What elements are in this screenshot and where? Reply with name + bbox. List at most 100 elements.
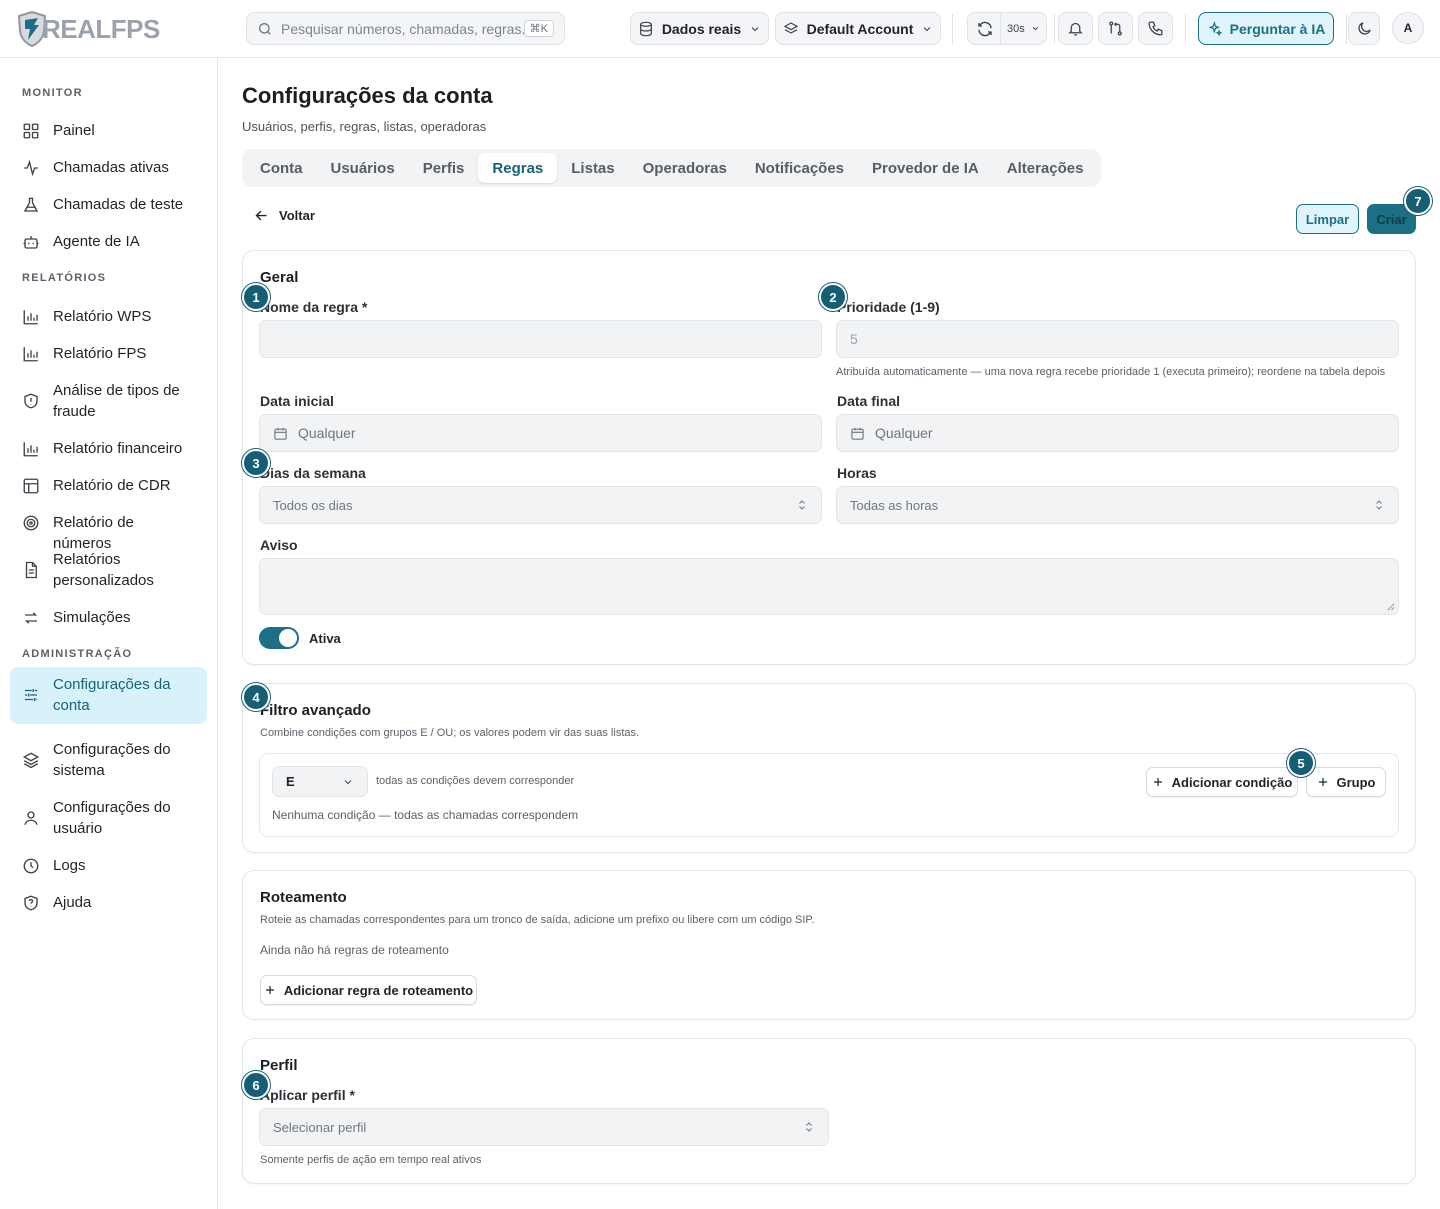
plus-icon: [1318, 778, 1327, 786]
profile-select[interactable]: Selecionar perfil: [259, 1108, 829, 1146]
changes-button[interactable]: [1098, 12, 1133, 45]
refresh-icon[interactable]: [976, 20, 994, 38]
add-condition-label: Adicionar condição: [1171, 774, 1293, 790]
sidebar-item-label: Relatórios personalizados: [53, 551, 154, 589]
end-date-picker[interactable]: Qualquer: [836, 414, 1399, 452]
ask-ai-button[interactable]: Perguntar à IA: [1198, 12, 1334, 45]
hours-select[interactable]: Todas as horas: [836, 486, 1399, 524]
add-condition-button[interactable]: Adicionar condição: [1146, 767, 1298, 797]
data-source-select[interactable]: Dados reais: [630, 12, 769, 45]
database-icon: [639, 21, 652, 36]
resize-handle-icon[interactable]: [1386, 602, 1395, 611]
test-call-button[interactable]: [1138, 12, 1173, 45]
rule-name-input[interactable]: [259, 320, 822, 358]
refresh-control[interactable]: 30s: [967, 12, 1047, 45]
tab-notificacoes[interactable]: Notificações: [741, 153, 858, 183]
back-button[interactable]: Voltar: [254, 208, 315, 223]
sidebar-item-wps-report[interactable]: Relatório WPS: [10, 299, 207, 334]
step-marker-1: 1: [242, 283, 270, 311]
sidebar-item-financial-report[interactable]: Relatório financeiro: [10, 431, 207, 466]
step-marker-3: 3: [242, 449, 270, 477]
general-card: Geral 1 Nome da regra * 2 Prioridade (1-…: [242, 250, 1416, 665]
priority-input[interactable]: 5: [836, 320, 1399, 358]
avatar[interactable]: A: [1392, 12, 1424, 44]
add-routing-rule-button[interactable]: Adicionar regra de roteamento: [260, 975, 477, 1005]
bar-chart-icon: [23, 310, 38, 325]
logo[interactable]: REALFPS: [16, 9, 160, 49]
sidebar-item-label: Simulações: [53, 609, 131, 626]
divider: [952, 14, 953, 44]
sidebar-item-painel[interactable]: Painel: [10, 113, 207, 148]
routing-description: Roteie as chamadas correspondentes para …: [260, 914, 815, 926]
group-operator-value: E: [286, 774, 295, 789]
help-shield-icon: [24, 895, 38, 911]
sidebar-item-account-settings[interactable]: Configurações da conta: [10, 667, 207, 724]
tab-operadoras[interactable]: Operadoras: [629, 153, 741, 183]
chevron-updown-icon: [799, 500, 805, 510]
sidebar-item-ai-agent[interactable]: Agente de IA: [10, 224, 207, 259]
group-operator-select[interactable]: E: [272, 766, 368, 797]
sidebar-item-label: Configurações do usuário: [53, 799, 171, 837]
warning-textarea[interactable]: [259, 558, 1399, 615]
search-input[interactable]: [281, 20, 524, 37]
add-group-label: Grupo: [1336, 774, 1376, 790]
sidebar-item-test-calls[interactable]: Chamadas de teste: [10, 187, 207, 222]
chevron-down-icon: [751, 26, 759, 31]
tab-usuarios[interactable]: Usuários: [317, 153, 409, 183]
page-subtitle: Usuários, perfis, regras, listas, operad…: [242, 119, 487, 134]
avatar-initial: A: [1403, 21, 1413, 35]
divider: [1346, 14, 1347, 44]
user-icon: [24, 811, 38, 825]
sparkles-icon: [1208, 20, 1223, 36]
sliders-icon: [25, 689, 37, 701]
document-icon: [25, 561, 37, 579]
start-date-picker[interactable]: Qualquer: [259, 414, 822, 452]
theme-toggle[interactable]: [1348, 12, 1380, 45]
sidebar-item-label: Análise de tipos de fraude: [53, 382, 180, 420]
tab-listas[interactable]: Listas: [557, 153, 628, 183]
sidebar-item-system-settings[interactable]: Configurações do sistema: [10, 732, 207, 788]
hours-label: Horas: [837, 465, 877, 481]
tab-provedor-ia[interactable]: Provedor de IA: [858, 153, 993, 183]
account-label: Default Account: [806, 20, 914, 37]
account-select[interactable]: Default Account: [775, 12, 941, 45]
weekdays-select[interactable]: Todos os dias: [259, 486, 822, 524]
sidebar-item-user-settings[interactable]: Configurações do usuário: [10, 790, 207, 846]
chevron-down-icon: [924, 26, 931, 31]
general-title: Geral: [260, 269, 299, 286]
refresh-interval[interactable]: 30s: [1007, 23, 1025, 35]
sidebar-item-simulations[interactable]: Simulações: [10, 600, 207, 635]
tab-conta[interactable]: Conta: [246, 153, 317, 183]
weekdays-label: Dias da semana: [260, 465, 366, 481]
sidebar-item-label: Configurações do sistema: [53, 741, 171, 779]
search-box[interactable]: ⌘K: [246, 12, 565, 45]
sidebar-item-help[interactable]: Ajuda: [10, 885, 207, 920]
calendar-icon: [851, 427, 864, 440]
priority-label: Prioridade (1-9): [837, 299, 940, 315]
tab-regras[interactable]: Regras: [478, 153, 558, 183]
divider: [1185, 14, 1186, 44]
section-label-reports: RELATÓRIOS: [22, 272, 107, 284]
sidebar-item-custom-reports[interactable]: Relatórios personalizados: [10, 542, 207, 598]
notifications-button[interactable]: [1058, 12, 1093, 45]
sidebar-item-fps-report[interactable]: Relatório FPS: [10, 336, 207, 371]
sidebar-item-active-calls[interactable]: Chamadas ativas: [10, 150, 207, 185]
start-date-label: Data inicial: [260, 393, 334, 409]
tab-perfis[interactable]: Perfis: [409, 153, 479, 183]
table-icon: [23, 478, 39, 494]
end-date-value: Qualquer: [875, 425, 933, 441]
chevron-updown-icon: [1376, 500, 1382, 510]
sidebar-item-cdr-report[interactable]: Relatório de CDR: [10, 468, 207, 503]
clear-button[interactable]: Limpar: [1296, 204, 1359, 234]
shield-icon: [24, 393, 38, 409]
active-toggle[interactable]: [259, 627, 299, 649]
step-marker-5: 5: [1287, 749, 1315, 777]
advanced-filter-card: 4 Filtro avançado Combine condições com …: [242, 683, 1416, 853]
tab-alteracoes[interactable]: Alterações: [993, 153, 1098, 183]
add-group-button[interactable]: Grupo: [1306, 767, 1386, 797]
sidebar-item-logs[interactable]: Logs: [10, 848, 207, 883]
sidebar-item-fraud-analysis[interactable]: Análise de tipos de fraude: [10, 373, 207, 429]
sidebar-item-label: Painel: [53, 122, 95, 139]
step-marker-7: 7: [1404, 187, 1432, 215]
layers-icon: [783, 21, 798, 34]
